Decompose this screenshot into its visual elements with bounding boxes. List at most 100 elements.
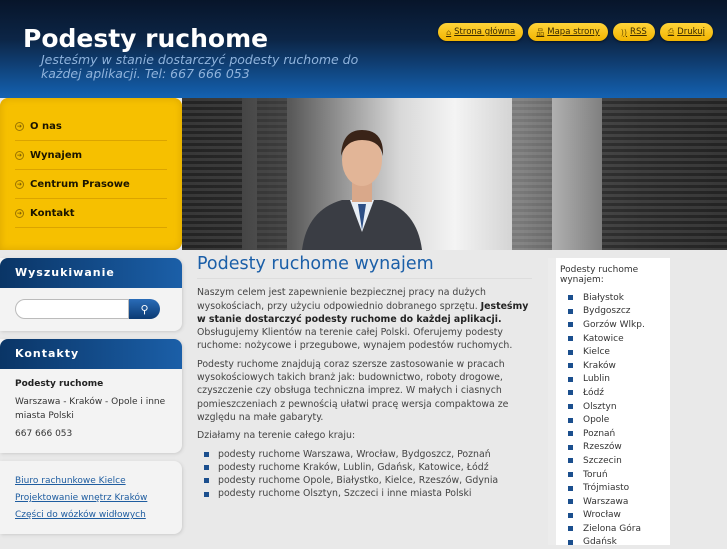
menu-item-o-nas[interactable]: ➔ O nas [15,112,167,141]
city-item: Zielona Góra [568,522,670,536]
city-item: Szczecin [568,454,670,468]
bullet-icon [568,431,573,437]
city-item: Lublin [568,373,670,387]
city-item: Trójmiasto [568,481,670,495]
bullet-icon [568,308,573,314]
contact-phone: 667 666 053 [15,429,73,439]
city-item: Gorzów Wlkp. [568,318,670,332]
menu-label: O nas [30,120,62,132]
search-button[interactable]: ⚲ [129,299,160,319]
businessman-image [302,130,422,250]
site-title[interactable]: Podesty ruchome [23,24,268,53]
sitemap-link[interactable]: 品 Mapa strony [528,23,608,41]
hero-image [182,98,727,250]
menu-item-wynajem[interactable]: ➔ Wynajem [15,141,167,170]
city-name: Kielce [583,347,610,358]
city-item: Łódź [568,386,670,400]
contact-address: Warszawa - Kraków - Opole i inne miasta … [15,397,166,421]
bullet-icon [568,322,573,328]
intro-paragraph: Naszym celem jest zapewnienie bezpieczne… [197,286,532,352]
city-name: Katowice [583,333,624,344]
bullet-icon [568,376,573,382]
city-name: Opole [583,415,610,426]
rss-link-label: RSS [630,27,647,37]
city-name: Bydgoszcz [583,306,631,317]
city-item: Bydgoszcz [568,305,670,319]
city-item: Opole [568,413,670,427]
bullet-icon [568,472,573,478]
list-item: podesty ruchome Kraków, Lublin, Gdańsk, … [204,461,532,474]
contact-box: Kontakty Podesty ruchome Warszawa - Krak… [0,339,182,453]
list-item: podesty ruchome Olsztyn, Szczeci i inne … [204,487,532,500]
city-name: Szczecin [583,455,622,466]
top-links: ⌂ Strona główna 品 Mapa strony )) RSS ⎙ Druku… [438,23,713,41]
home-icon: ⌂ [446,27,452,37]
contact-name: Podesty ruchome [15,379,104,389]
menu-label: Wynajem [30,149,83,161]
link-projektowanie-wnetrz[interactable]: Projektowanie wnętrz Kraków [15,490,167,507]
city-name: Olsztyn [583,401,617,412]
city-name: Toruń [583,469,608,480]
rss-link[interactable]: )) RSS [612,23,655,41]
contact-heading: Kontakty [0,339,182,369]
city-name: Kraków [583,360,616,371]
bullet-icon [568,458,573,464]
city-item: Poznań [568,427,670,441]
city-item: Kielce [568,345,670,359]
search-box: Wyszukiwanie ⚲ [0,258,182,331]
bullet-icon [568,336,573,342]
intro-text: Naszym celem jest zapewnienie bezpieczne… [197,287,486,312]
city-name: Gdańsk [583,537,617,548]
link-czesci-wozkow[interactable]: Części do wózków widłowych [15,507,167,524]
bullet-icon [568,539,573,545]
bullet-icon [568,349,573,355]
menu-item-centrum-prasowe[interactable]: ➔ Centrum Prasowe [15,170,167,199]
bullet-icon [568,363,573,369]
city-item: Warszawa [568,495,670,509]
bullet-icon [568,485,573,491]
city-name: Białystok [583,292,625,303]
bullet-icon [204,491,209,497]
city-name: Wrocław [583,510,621,521]
city-item: Wrocław [568,509,670,523]
link-biuro-rachunkowe[interactable]: Biuro rachunkowe Kielce [15,473,167,490]
bullet-icon [568,444,573,450]
city-item: Białystok [568,291,670,305]
arrow-right-icon: ➔ [15,121,24,131]
bullet-icon [568,404,573,410]
paragraph-2: Podesty ruchome znajdują coraz szersze z… [197,358,509,423]
search-heading: Wyszukiwanie [0,258,182,288]
list-text: podesty ruchome Warszawa, Wrocław, Bydgo… [218,448,491,460]
city-item: Toruń [568,468,670,482]
bullet-icon [204,465,209,470]
intro-text-2: Obsługujemy Klientów na terenie całej Po… [197,327,513,352]
city-item: Gdańsk [568,536,670,549]
header: Podesty ruchome Jesteśmy w stanie dostar… [0,0,727,98]
city-name: Lublin [583,374,610,385]
city-name: Gorzów Wlkp. [583,319,645,330]
list-text: podesty ruchome Olsztyn, Szczeci i inne … [218,488,472,500]
bullet-icon [568,512,573,518]
arrow-right-icon: ➔ [15,150,24,160]
list-item: podesty ruchome Warszawa, Wrocław, Bydgo… [204,448,532,461]
bullet-icon [568,417,573,423]
left-sidebar: Wyszukiwanie ⚲ Kontakty Podesty ruchome … [0,258,182,542]
paragraph-3: Działamy na terenie całego kraju: [197,430,356,442]
search-input[interactable] [15,299,129,319]
bullet-icon [568,390,573,396]
bullet-icon [568,295,573,301]
city-item: Rzeszów [568,441,670,455]
list-item: podesty ruchome Opole, Białystko, Kielce… [204,474,532,487]
sitemap-link-label: Mapa strony [547,27,600,37]
menu-item-kontakt[interactable]: ➔ Kontakt [15,199,167,228]
bullet-icon [204,478,209,484]
page-title: Podesty ruchome wynajem [197,255,532,280]
print-link[interactable]: ⎙ Drukuj [659,23,713,41]
city-name: Łódź [583,387,605,398]
main-menu: ➔ O nas ➔ Wynajem ➔ Centrum Prasowe ➔ Kontak… [0,98,182,250]
cities-heading: Podesty ruchome wynajem: [560,265,639,285]
arrow-right-icon: ➔ [15,179,24,189]
home-link[interactable]: ⌂ Strona główna [438,23,524,41]
arrow-right-icon: ➔ [15,208,24,218]
print-icon: ⎙ [667,27,675,36]
